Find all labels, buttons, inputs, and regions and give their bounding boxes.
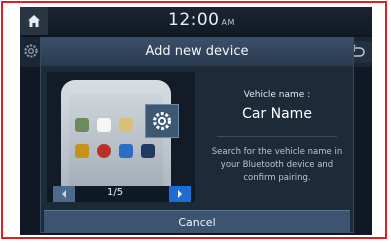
next-page-button[interactable] xyxy=(169,186,191,202)
app-icon xyxy=(141,144,155,158)
infotainment-screen: 12:00 AM Add new device 1/5 Vehicle name… xyxy=(20,7,372,235)
app-icon xyxy=(97,144,111,158)
cancel-button[interactable]: Cancel xyxy=(44,210,350,233)
page-counter: 1/5 xyxy=(107,187,124,198)
gear-icon xyxy=(153,112,171,130)
phone-illustration xyxy=(47,72,195,200)
dialog-title: Add new device xyxy=(41,38,353,66)
app-icon xyxy=(75,144,89,158)
phone-image xyxy=(61,80,171,200)
clock: 12:00 AM xyxy=(168,10,235,30)
home-button[interactable] xyxy=(20,7,48,35)
divider xyxy=(217,136,337,137)
status-bar: 12:00 AM xyxy=(20,7,372,35)
app-icon xyxy=(119,144,133,158)
chevron-left-icon xyxy=(62,190,66,198)
app-icon xyxy=(97,118,111,132)
clock-time: 12:00 xyxy=(168,10,220,30)
page-indicator: 1/5 xyxy=(47,186,195,202)
app-icon xyxy=(75,118,89,132)
vehicle-name-label: Vehicle name : xyxy=(243,90,311,100)
add-device-dialog: Add new device 1/5 Vehicle name: Car Na… xyxy=(40,37,354,233)
settings-app-highlight xyxy=(145,104,179,138)
prev-page-button[interactable] xyxy=(53,186,75,202)
chevron-right-icon xyxy=(178,190,182,198)
gear-icon xyxy=(24,44,38,58)
home-icon xyxy=(28,15,40,27)
vehicle-info: Vehicle name : Car Name Search for the v… xyxy=(203,72,351,200)
clock-ampm: AM xyxy=(221,18,235,27)
pairing-instructions: Search for the vehicle name in your Blue… xyxy=(211,147,343,183)
vehicle-name: Car Name xyxy=(242,106,312,122)
app-icon xyxy=(119,118,133,132)
